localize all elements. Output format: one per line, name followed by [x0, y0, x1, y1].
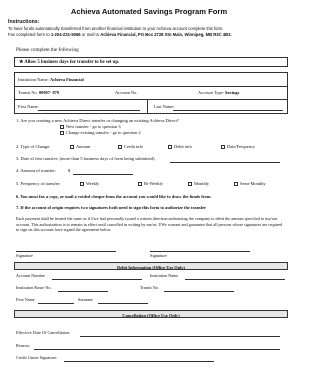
frequency-monthly-label: Monthly	[194, 181, 210, 187]
cancellation-header: Cancellation (Office Use Only)	[14, 310, 288, 318]
transit-number-value: 00907- 879	[38, 89, 60, 95]
cancellation-date-field[interactable]	[80, 335, 280, 337]
debit-surname-label: Surname	[78, 297, 93, 302]
question-1: 1. Are you creating a new Achieva Direct…	[16, 118, 179, 123]
transfer-amount-field[interactable]	[73, 174, 133, 175]
frequency-biweekly-label: Bi-Weekly	[144, 181, 163, 187]
change-date-frequency-label: Date/Frequency	[227, 144, 256, 150]
frequency-semimonthly-label: Semi-Monthly	[240, 181, 266, 187]
change-amount-label: Amount	[76, 144, 91, 150]
debit-transit-no-field[interactable]	[164, 290, 234, 292]
divider	[15, 99, 288, 100]
fax-number: 1-204-231-5066	[50, 32, 81, 37]
institution-details-box: Institution Name: Achieva Financial Tran…	[14, 72, 288, 114]
cancellation-reason-label: Reason:	[16, 343, 30, 348]
change-credit-info-checkbox[interactable]	[118, 145, 122, 149]
question-3: 3. Date of first transfer: (more than 5 …	[16, 156, 155, 161]
notice-box: ★ Allow 5 business days for transfer to …	[14, 57, 288, 67]
instructions-line-2: Fax completed form to 1-204-231-5066 or …	[8, 32, 232, 37]
authorization-paragraph: Each payment shall be treated the same a…	[16, 216, 283, 233]
signature-label-2: Signature	[150, 252, 167, 258]
question-6: 6. You must fax a copy, or mail a voided…	[16, 194, 212, 199]
form-title: Achieva Automated Savings Program Form	[70, 7, 228, 16]
signature-line-2[interactable]	[150, 251, 250, 252]
currency-symbol: $	[68, 168, 71, 173]
account-type-value: Savings	[224, 89, 240, 95]
debit-first-name-field[interactable]	[38, 302, 74, 304]
signature-line-1[interactable]	[16, 251, 116, 252]
debit-transit-no-label: Transit No.	[140, 285, 159, 290]
change-debit-info-label: Debit info	[174, 144, 192, 150]
debit-institution-route-field[interactable]	[58, 290, 108, 292]
new-transfer-label: New transfer - go to question 3	[66, 124, 121, 130]
frequency-biweekly-checkbox[interactable]	[138, 182, 142, 186]
cancellation-reason-field[interactable]	[34, 348, 280, 350]
change-date-frequency-checkbox[interactable]	[221, 145, 225, 149]
change-transfer-checkbox[interactable]	[60, 131, 64, 135]
credit-union-signature-field[interactable]	[64, 360, 214, 362]
divider	[15, 86, 288, 87]
account-type-field: Account Type: Savings	[198, 89, 240, 95]
frequency-weekly-label: Weekly	[86, 181, 100, 187]
change-transfer-label: Change existing transfer - go to questio…	[66, 130, 141, 136]
debit-institution-route-label: Institution Route No.	[16, 285, 52, 290]
divider	[147, 99, 148, 114]
cancellation-date-label: Effective Date Of Cancellation:	[16, 330, 71, 335]
first-name-label: First Name:	[18, 103, 39, 109]
debit-first-name-label: First Name	[16, 297, 35, 302]
debit-account-number-label: Account Number	[16, 273, 45, 278]
institution-name-value: Achieva Financial	[49, 76, 84, 82]
question-7: 7. If the account of origin requires two…	[16, 205, 207, 210]
question-4: 4. Amount of transfer:	[16, 168, 56, 173]
debit-institution-name-label: Institution Name	[150, 273, 179, 278]
debit-account-number-field[interactable]	[52, 278, 142, 280]
instructions-line-1: To have funds automatically transferred …	[8, 26, 224, 31]
cancellation-heading: Cancellation (Office Use Only)	[122, 312, 180, 318]
new-transfer-checkbox[interactable]	[60, 125, 64, 129]
debit-info-heading: Debit Information (Office Use Only)	[116, 264, 186, 270]
notice-text: ★ Allow 5 business days for transfer to …	[19, 59, 120, 65]
intro-text: Please complete the following	[16, 47, 79, 53]
account-number-field[interactable]: Account No.	[115, 90, 137, 95]
savings-program-form: Achieva Automated Savings Program Form I…	[0, 0, 298, 386]
last-name-field[interactable]	[173, 109, 283, 111]
debit-surname-field[interactable]	[98, 302, 148, 304]
first-name-field[interactable]	[38, 109, 140, 111]
question-5: 5. Frequency of transfer:	[16, 181, 61, 186]
change-debit-info-checkbox[interactable]	[168, 145, 172, 149]
frequency-monthly-checkbox[interactable]	[188, 182, 192, 186]
institution-name-field: Institution Name: Achieva Financial	[18, 76, 84, 82]
last-name-label: Last Name:	[154, 103, 175, 109]
change-credit-info-label: Credit info	[124, 144, 144, 150]
credit-union-signature-label: Credit Union Signature:	[16, 355, 58, 360]
frequency-semimonthly-checkbox[interactable]	[234, 182, 238, 186]
instructions-heading: Instructions:	[8, 19, 40, 25]
signature-label-1: Signature	[16, 252, 33, 258]
mailing-address: Achieva Financial, PO Box 2728 Stn Main,…	[100, 32, 232, 37]
transit-number-field: Transit No. 00907- 879	[18, 89, 60, 95]
first-transfer-date-field[interactable]	[170, 162, 280, 163]
debit-info-header: Debit Information (Office Use Only)	[14, 262, 288, 270]
question-2: 2. Type of Change:	[16, 144, 51, 149]
change-amount-checkbox[interactable]	[70, 145, 74, 149]
frequency-weekly-checkbox[interactable]	[80, 182, 84, 186]
debit-institution-name-field[interactable]	[185, 278, 285, 280]
